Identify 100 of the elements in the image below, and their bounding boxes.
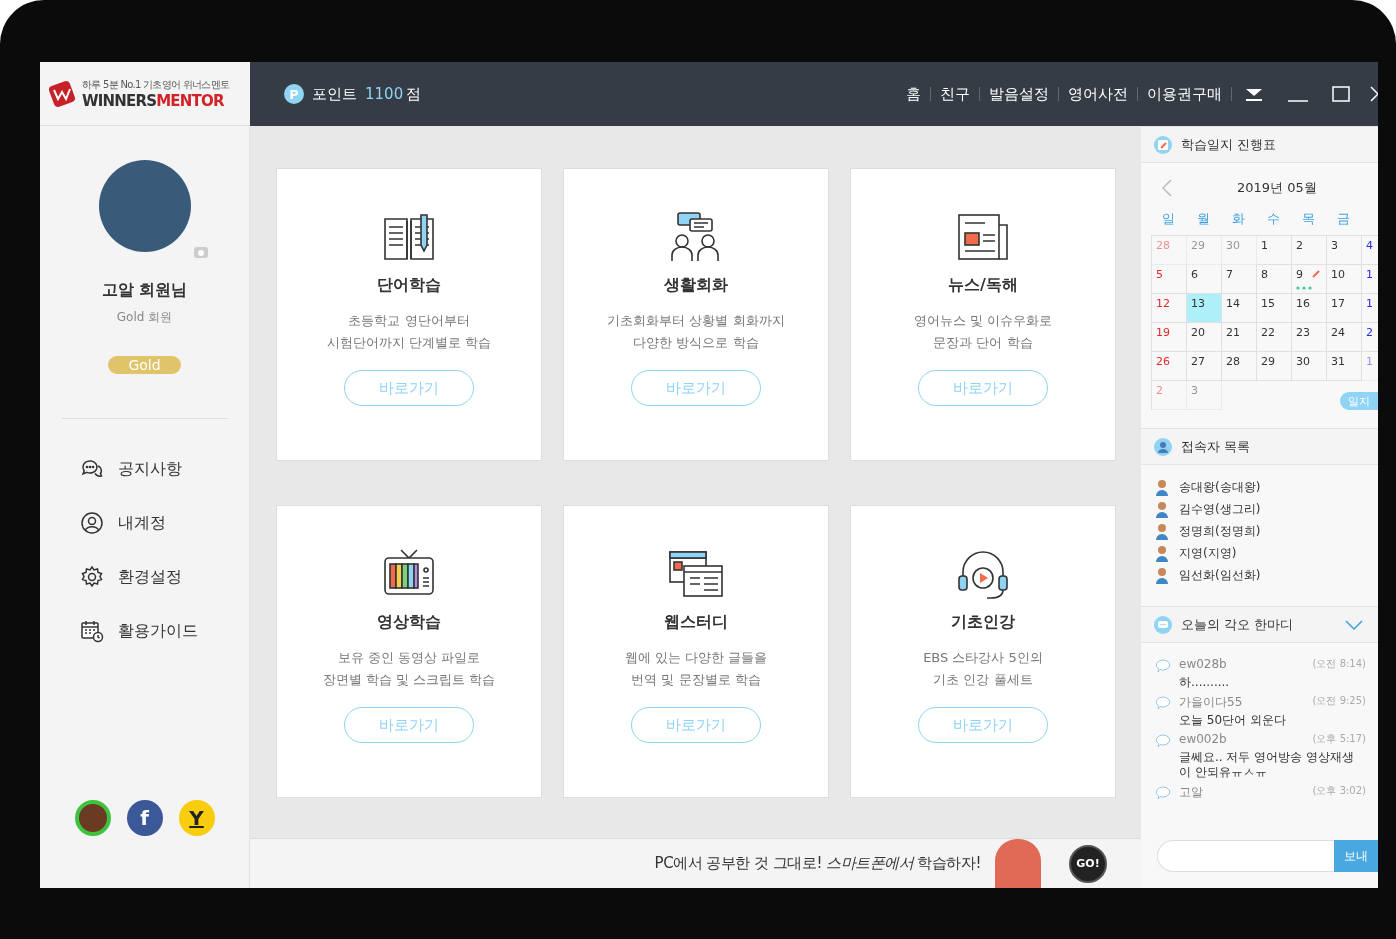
speech-bubble-icon [1155,696,1171,710]
promo-banner[interactable]: PC에서 공부한 것 그대로! 스마트폰에서 학습하자! GO! [250,838,1141,888]
calendar-day[interactable]: 16 [1292,294,1327,323]
speech-bubble-icon [1155,734,1171,748]
card-description: 웹에 있는 다양한 글들을 번역 및 문장별로 학습 [624,649,768,689]
section-title: 학습일지 진행표 [1181,135,1277,154]
calendar-day[interactable]: 10 [1327,265,1362,294]
calendar-day[interactable]: 27 [1187,352,1222,381]
note-pencil-icon [1153,134,1173,155]
section-title: 접속자 목록 [1181,437,1251,456]
chat-bubble-icon [1153,614,1173,635]
calendar-month: 2019년 05월 [1237,179,1317,197]
user-icon [1155,501,1169,518]
maximize-icon[interactable] [1332,86,1350,102]
calendar-day[interactable]: 1 [1362,294,1378,323]
card-title: 기초인강 [951,612,1015,633]
user-name[interactable]: 송대왕(송대왕) [1179,479,1261,496]
comment-text: 오늘 50단어 외운다 [1179,713,1287,728]
nav-link[interactable]: 영어사전 [1059,87,1138,101]
calendar-day[interactable]: 13 [1187,294,1222,323]
calendar-day[interactable]: 30 [1292,352,1327,381]
facebook-icon[interactable]: f [126,800,163,836]
calendar-day[interactable]: 1 [1362,265,1378,294]
calendar-clock-icon [79,619,104,643]
calendar-day[interactable]: 21 [1222,323,1257,352]
calendar-day[interactable]: 17 [1327,294,1362,323]
calendar-day[interactable]: 31 [1327,352,1362,381]
card-description: 보유 중인 동영상 파일로 장면별 학습 및 스크립트 학습 [322,649,496,689]
calendar-day[interactable]: 8 [1257,265,1292,294]
calendar-day[interactable]: 3 [1327,236,1362,265]
calendar-day[interactable]: 9 [1292,265,1327,294]
calendar-day[interactable]: 14 [1222,294,1257,323]
sidebar-item[interactable]: 공지사항 [79,457,210,481]
calendar-day[interactable]: 24 [1327,323,1362,352]
calendar-day[interactable]: 2 [1362,323,1378,352]
card-description: 영어뉴스 및 이슈우화로 문장과 단어 학습 [913,312,1053,352]
calendar-day[interactable]: 26 [1152,352,1187,381]
weekday-label: 일 [1161,210,1176,228]
card-description: 초등학교 영단어부터 시험단어까지 단계별로 학습 [326,312,492,352]
comment-time: (오전 9:25) [1312,694,1366,708]
nav-link[interactable]: 홈 [897,87,931,101]
comment-time: (오전 8:14) [1312,657,1366,671]
ring-logo-icon[interactable] [74,800,111,836]
user-name[interactable]: 지영(지영) [1179,545,1237,562]
dots-icon [1296,286,1312,290]
speech-bubble-icon [1155,786,1171,800]
calendar-day[interactable]: 2 [1292,236,1327,265]
user-icon [1155,479,1169,496]
headset-play-icon [955,548,1011,600]
calendar-day[interactable]: 19 [1152,323,1187,352]
weekday-label: 월 [1196,210,1211,228]
card-title: 웹스터디 [664,612,728,633]
photo-placeholder [995,839,1041,888]
browser-windows-icon [668,548,724,600]
letter-y-logo-icon[interactable]: Y [178,800,215,836]
sidebar-item[interactable]: 활용가이드 [79,619,210,643]
sidebar-label: 공지사항 [117,458,182,480]
calendar-day[interactable]: 23 [1292,323,1327,352]
dropdown-icon[interactable] [1244,86,1264,102]
card-description: EBS 스타강사 5인의 기초 인강 풀세트 [923,649,1043,689]
user-icon [1155,567,1169,584]
calendar-day[interactable]: 22 [1257,323,1292,352]
comment-user: ew002b [1179,732,1228,748]
weekday-label: 수 [1266,210,1281,228]
logo-wordmark: WINNERSMENTOR [82,91,225,110]
close-icon[interactable] [1370,86,1378,102]
card-title: 생활회화 [664,275,728,296]
user-icon [1155,523,1169,540]
comment-user: 가을이다55 [1179,694,1244,711]
sidebar-item[interactable]: 내계정 [79,511,210,535]
settings-icon [79,565,104,589]
calendar-day[interactable]: 7 [1222,265,1257,294]
profile-name: 고알 회원님 [101,280,188,301]
logo-tagline: 하루 5분 No.1 기초영어 위너스멘토 [82,77,230,92]
comment-text: 글쎄요.. 저두 영어방송 영상재생이 안되유ㅠㅅㅠ [1179,750,1356,780]
go-button[interactable]: GO! [1069,844,1107,883]
card-description: 기초회화부터 상황별 회화까지 다양한 방식으로 학습 [607,312,785,352]
points-unit: 점 [406,84,422,104]
calendar-day[interactable]: 15 [1257,294,1292,323]
nav-link[interactable]: 친구 [931,87,980,101]
comment-input-field[interactable] [1157,840,1334,872]
user-name[interactable]: 정명희(정명희) [1179,523,1261,540]
book-icon [381,211,437,263]
calendar-day[interactable]: 1 [1257,236,1292,265]
nav-link[interactable]: 이용권구매 [1138,87,1232,101]
calendar-day[interactable]: 5 [1152,265,1187,294]
calendar-day[interactable]: 29 [1257,352,1292,381]
user-name[interactable]: 임선화(임선화) [1179,567,1261,584]
user-circle-icon [79,511,104,535]
points-icon: P [284,84,304,104]
pencil-icon [1312,269,1321,278]
calendar-day[interactable]: 4 [1362,236,1378,265]
sidebar-label: 내계정 [117,512,166,534]
card-title: 영상학습 [377,612,441,633]
user-name[interactable]: 김수영(생그리) [1179,501,1261,518]
calendar-day[interactable]: 28 [1222,352,1257,381]
chevron-icon[interactable] [1344,618,1364,631]
nav-link[interactable]: 발음설정 [980,87,1059,101]
calendar-day[interactable]: 20 [1187,323,1222,352]
sidebar-item[interactable]: 환경설정 [79,565,210,589]
